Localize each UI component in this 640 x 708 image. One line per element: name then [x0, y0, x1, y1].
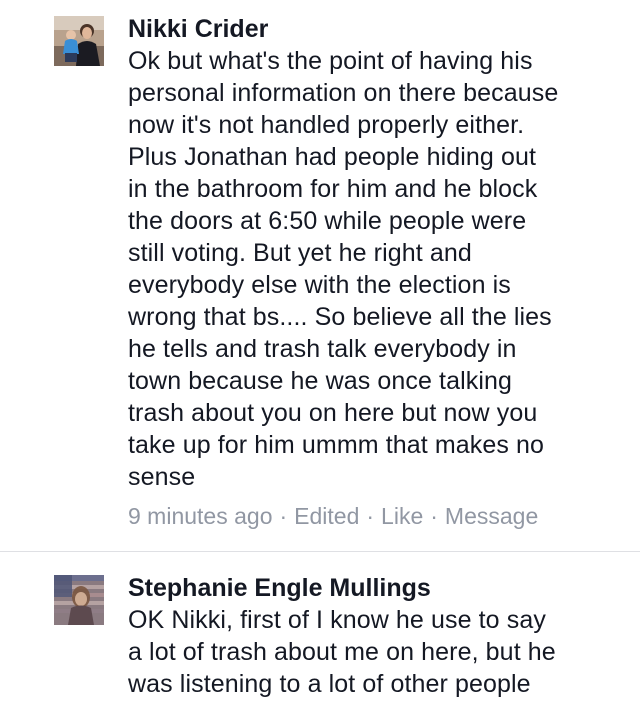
comment-meta: 9 minutes ago · Edited · Like · Message	[128, 501, 622, 531]
comment-feed: Nikki Crider Ok but what's the point of …	[0, 0, 640, 708]
meta-separator: ·	[430, 503, 438, 529]
comment: Nikki Crider Ok but what's the point of …	[0, 0, 640, 531]
edited-link[interactable]: Edited	[294, 501, 359, 531]
comment-text: OK Nikki, first of I know he use to say …	[128, 606, 556, 698]
comment-timestamp[interactable]: 9 minutes ago	[128, 501, 272, 531]
avatar[interactable]	[54, 575, 104, 625]
comment-text: Ok but what's the point of having his pe…	[128, 47, 559, 491]
like-link[interactable]: Like	[381, 501, 423, 531]
comment-body: Stephanie Engle Mullings OK Nikki, first…	[128, 574, 622, 700]
comment-author[interactable]: Nikki Crider	[128, 15, 622, 43]
avatar[interactable]	[54, 16, 104, 66]
profile-photo-icon	[54, 575, 104, 625]
comment-author[interactable]: Stephanie Engle Mullings	[128, 574, 622, 602]
meta-separator: ·	[366, 503, 375, 529]
message-link[interactable]: Message	[445, 501, 538, 531]
profile-photo-icon	[54, 16, 104, 66]
comment: Stephanie Engle Mullings OK Nikki, first…	[0, 552, 640, 700]
meta-separator: ·	[279, 503, 288, 529]
comment-body: Nikki Crider Ok but what's the point of …	[128, 15, 622, 531]
